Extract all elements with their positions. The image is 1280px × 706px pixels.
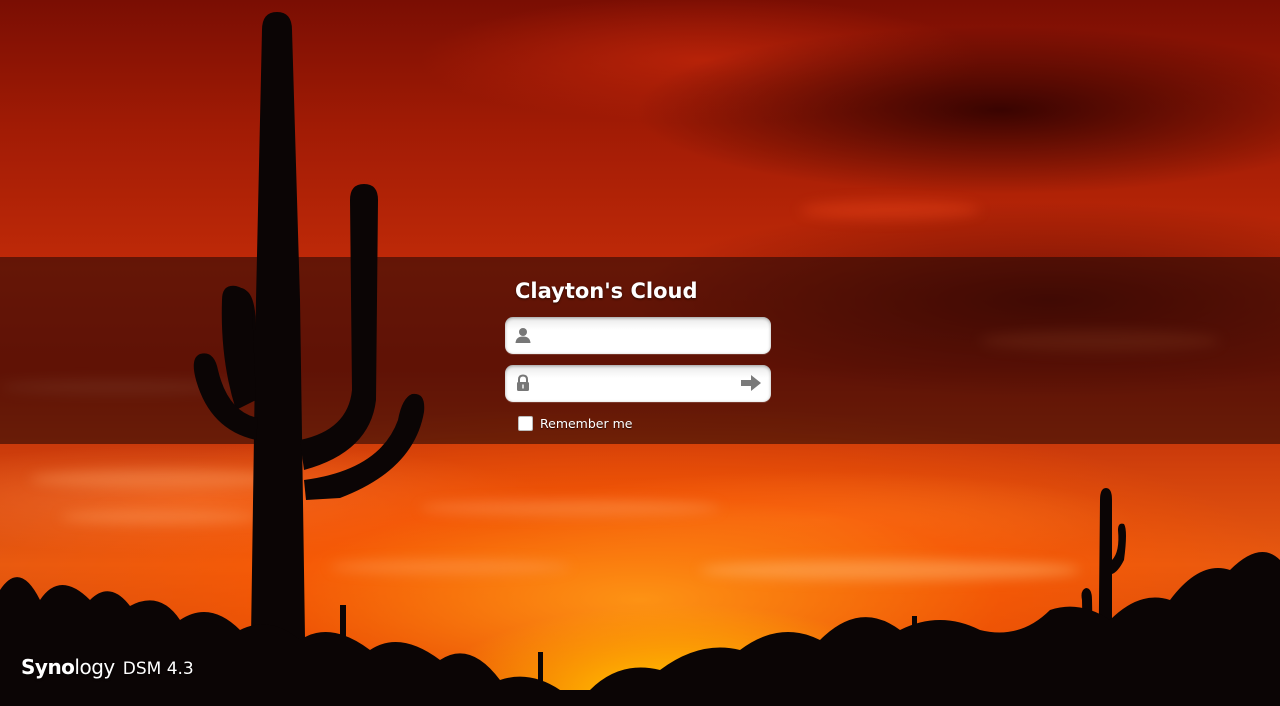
username-input[interactable] — [541, 323, 735, 349]
remember-me-label[interactable]: Remember me — [540, 416, 632, 431]
server-name-title: Clayton's Cloud — [515, 279, 698, 303]
remember-me-checkbox[interactable] — [518, 416, 533, 431]
user-icon — [515, 328, 531, 343]
brand-footer: Synology DSM 4.3 — [21, 655, 194, 679]
login-background: Clayton's Cloud Remember me Synology DSM… — [0, 0, 1280, 706]
product-version: DSM 4.3 — [122, 659, 194, 679]
lock-icon — [517, 374, 529, 391]
password-input[interactable] — [541, 371, 735, 397]
login-form: Clayton's Cloud Remember me — [505, 276, 771, 431]
synology-logo: Synology — [21, 655, 115, 679]
remember-me-row[interactable]: Remember me — [518, 416, 771, 431]
arrow-right-icon[interactable] — [740, 373, 762, 393]
password-field[interactable] — [505, 365, 771, 402]
username-field[interactable] — [505, 317, 771, 354]
